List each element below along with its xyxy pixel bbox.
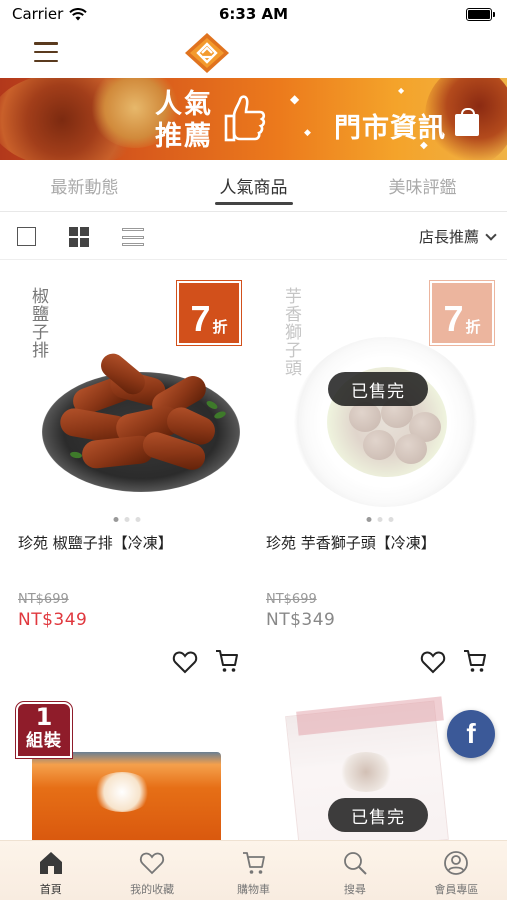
view-toolbar: 店長推薦 (0, 212, 507, 260)
bottom-tab-bar: 首頁 我的收藏 購物車 搜尋 會員專區 (0, 840, 507, 900)
sold-out-badge: 已售完 (328, 372, 428, 406)
carrier-group: Carrier (12, 5, 88, 23)
favorite-heart-icon[interactable] (420, 650, 446, 674)
home-icon (39, 852, 62, 874)
category-tabs: 最新動態 人氣商品 美味評鑑 (0, 160, 507, 212)
sold-out-badge: 已售完 (328, 798, 428, 832)
set-badge: 1 組裝 (15, 701, 73, 759)
add-to-cart-icon[interactable] (214, 648, 240, 674)
product-title[interactable]: 珍苑 芋香獅子頭【冷凍】 (266, 532, 436, 553)
tabbar-item-cart[interactable]: 購物車 (203, 841, 304, 900)
sale-price: NT$349 (266, 610, 336, 630)
sort-dropdown[interactable]: 店長推薦 (418, 226, 497, 247)
product-image[interactable] (32, 752, 221, 842)
tabbar-item-search[interactable]: 搜尋 (304, 841, 405, 900)
battery-icon (466, 7, 492, 21)
wifi-icon (69, 7, 88, 20)
tabbar-item-member[interactable]: 會員專區 (406, 841, 507, 900)
store-info-link[interactable]: 門市資訊 (334, 106, 446, 145)
product-card[interactable]: 椒鹽子排 7折 珍苑 椒鹽子排【冷凍】 NT$699 NT$349 (0, 262, 253, 692)
brand-logo[interactable] (184, 32, 230, 74)
tab-food-reviews[interactable]: 美味評鑑 (338, 160, 507, 211)
heart-icon (140, 852, 165, 875)
add-to-cart-icon[interactable] (462, 648, 488, 674)
tab-latest-news[interactable]: 最新動態 (0, 160, 169, 211)
grid-view-icon[interactable] (69, 227, 89, 247)
list-view-icon[interactable] (122, 228, 144, 246)
chevron-down-icon (485, 228, 497, 241)
sparkle-icon: ◆ (398, 86, 405, 95)
product-image[interactable]: 椒鹽子排 7折 (0, 262, 253, 502)
menu-icon[interactable] (34, 42, 58, 62)
tab-popular-products[interactable]: 人氣商品 (169, 160, 338, 211)
sale-price: NT$349 (18, 610, 88, 630)
thumbs-up-icon (224, 95, 266, 142)
product-card[interactable]: 芋香獅子頭 7折 已售完 珍苑 芋香獅子頭【冷凍】 NT$699 NT$349 (253, 262, 506, 692)
nav-bar (0, 28, 507, 78)
user-icon (444, 851, 469, 875)
carrier-label: Carrier (12, 5, 64, 23)
shopping-bag-icon (455, 108, 479, 136)
original-price: NT$699 (266, 592, 317, 607)
promo-banner[interactable]: 人氣 推薦 ◆ ◆ ◆ ◆ 門市資訊 (0, 78, 507, 160)
product-title[interactable]: 珍苑 椒鹽子排【冷凍】 (18, 532, 173, 553)
sparkle-icon: ◆ (290, 92, 300, 106)
product-vertical-name: 椒鹽子排 (28, 287, 48, 359)
battery-cap (493, 11, 495, 17)
cart-icon (242, 852, 265, 874)
tabbar-item-home[interactable]: 首頁 (0, 841, 101, 900)
discount-badge: 7折 (429, 280, 495, 346)
search-icon (344, 852, 367, 875)
sort-label: 店長推薦 (418, 228, 479, 246)
single-view-icon[interactable] (17, 227, 36, 246)
original-price: NT$699 (18, 592, 69, 607)
sparkle-icon: ◆ (304, 128, 311, 138)
battery-group (466, 7, 495, 21)
product-vertical-name: 芋香獅子頭 (281, 287, 301, 377)
favorite-heart-icon[interactable] (172, 650, 198, 674)
tabbar-item-favorites[interactable]: 我的收藏 (101, 841, 202, 900)
discount-badge: 7折 (176, 280, 242, 346)
facebook-button[interactable]: f (447, 710, 495, 758)
image-pager-dots (113, 517, 140, 522)
banner-hot-text: 人氣 推薦 (155, 89, 213, 151)
status-bar: Carrier 6:33 AM (0, 0, 507, 28)
product-image[interactable]: 芋香獅子頭 7折 已售完 (253, 262, 506, 507)
image-pager-dots (366, 517, 393, 522)
